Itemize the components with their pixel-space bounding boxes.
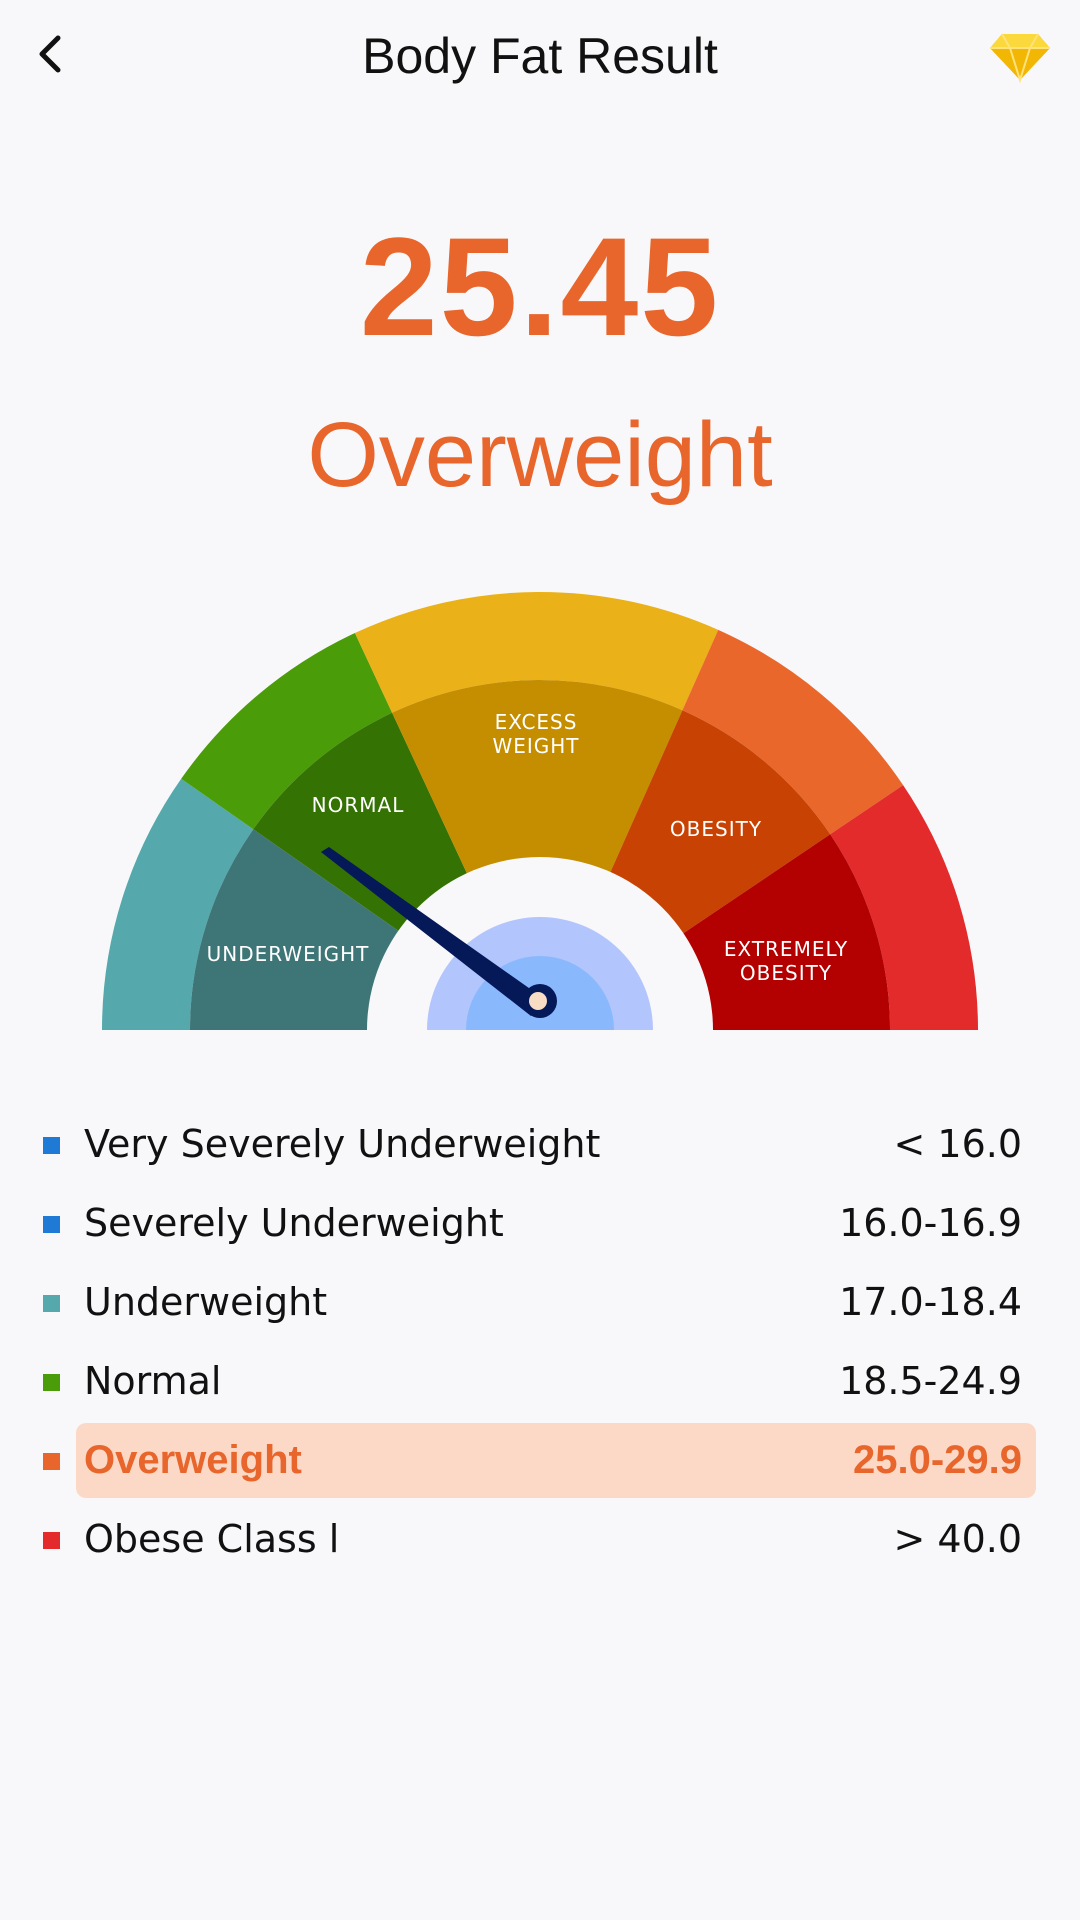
gauge-label-underweight: UNDERWEIGHT <box>207 942 370 966</box>
legend-range: > 40.0 <box>893 1517 1022 1561</box>
legend-range: 16.0-16.9 <box>839 1201 1022 1245</box>
gauge-label-excess-line1: EXCESS <box>495 710 578 734</box>
legend-range: < 16.0 <box>893 1122 1022 1166</box>
legend-name: Underweight <box>84 1280 328 1324</box>
result-category: Overweight <box>307 404 773 506</box>
legend-swatch <box>43 1532 60 1549</box>
legend-row: Very Severely Underweight < 16.0 <box>0 1105 1080 1184</box>
legend-row: Obese Class l > 40.0 <box>0 1500 1080 1579</box>
legend-swatch <box>43 1453 60 1470</box>
gauge-label-obesity: OBESITY <box>670 817 762 841</box>
result-value: 25.45 <box>359 208 721 365</box>
body-fat-gauge: UNDERWEIGHT NORMAL EXCESS WEIGHT OBESITY… <box>0 560 1080 1203</box>
legend-name: Obese Class l <box>84 1517 340 1561</box>
page-title: Body Fat Result <box>362 28 718 84</box>
legend-swatch <box>43 1374 60 1391</box>
gauge-label-extreme-line1: EXTREMELY <box>724 937 848 961</box>
legend-row: Normal 18.5-24.9 <box>0 1342 1080 1421</box>
needle-pivot <box>529 992 547 1010</box>
legend-row: Underweight 17.0-18.4 <box>0 1263 1080 1342</box>
legend-range: 18.5-24.9 <box>839 1359 1022 1403</box>
premium-button[interactable] <box>988 28 1052 84</box>
legend-name: Very Severely Underweight <box>84 1122 601 1166</box>
gauge-graphic: UNDERWEIGHT NORMAL EXCESS WEIGHT OBESITY… <box>102 591 978 1203</box>
gauge-label-extreme-line2: OBESITY <box>740 961 832 985</box>
diamond-icon <box>990 33 1050 84</box>
legend-range: 17.0-18.4 <box>839 1280 1022 1324</box>
legend-name: Normal <box>84 1359 222 1403</box>
gauge-label-normal: NORMAL <box>312 793 405 817</box>
legend-row: Overweight 25.0-29.9 <box>0 1421 1080 1500</box>
category-legend: Very Severely Underweight < 16.0 Severely … <box>0 1105 1080 1579</box>
legend-swatch <box>43 1216 60 1233</box>
legend-range: 25.0-29.9 <box>852 1438 1022 1482</box>
gauge-label-excess-line2: WEIGHT <box>492 734 579 758</box>
legend-name: Severely Underweight <box>84 1201 504 1245</box>
legend-name: Overweight <box>84 1438 302 1482</box>
top-bar: Body Fat Result <box>0 0 1080 112</box>
legend-swatch <box>43 1137 60 1154</box>
legend-swatch <box>43 1295 60 1312</box>
legend-row: Severely Underweight 16.0-16.9 <box>0 1184 1080 1263</box>
